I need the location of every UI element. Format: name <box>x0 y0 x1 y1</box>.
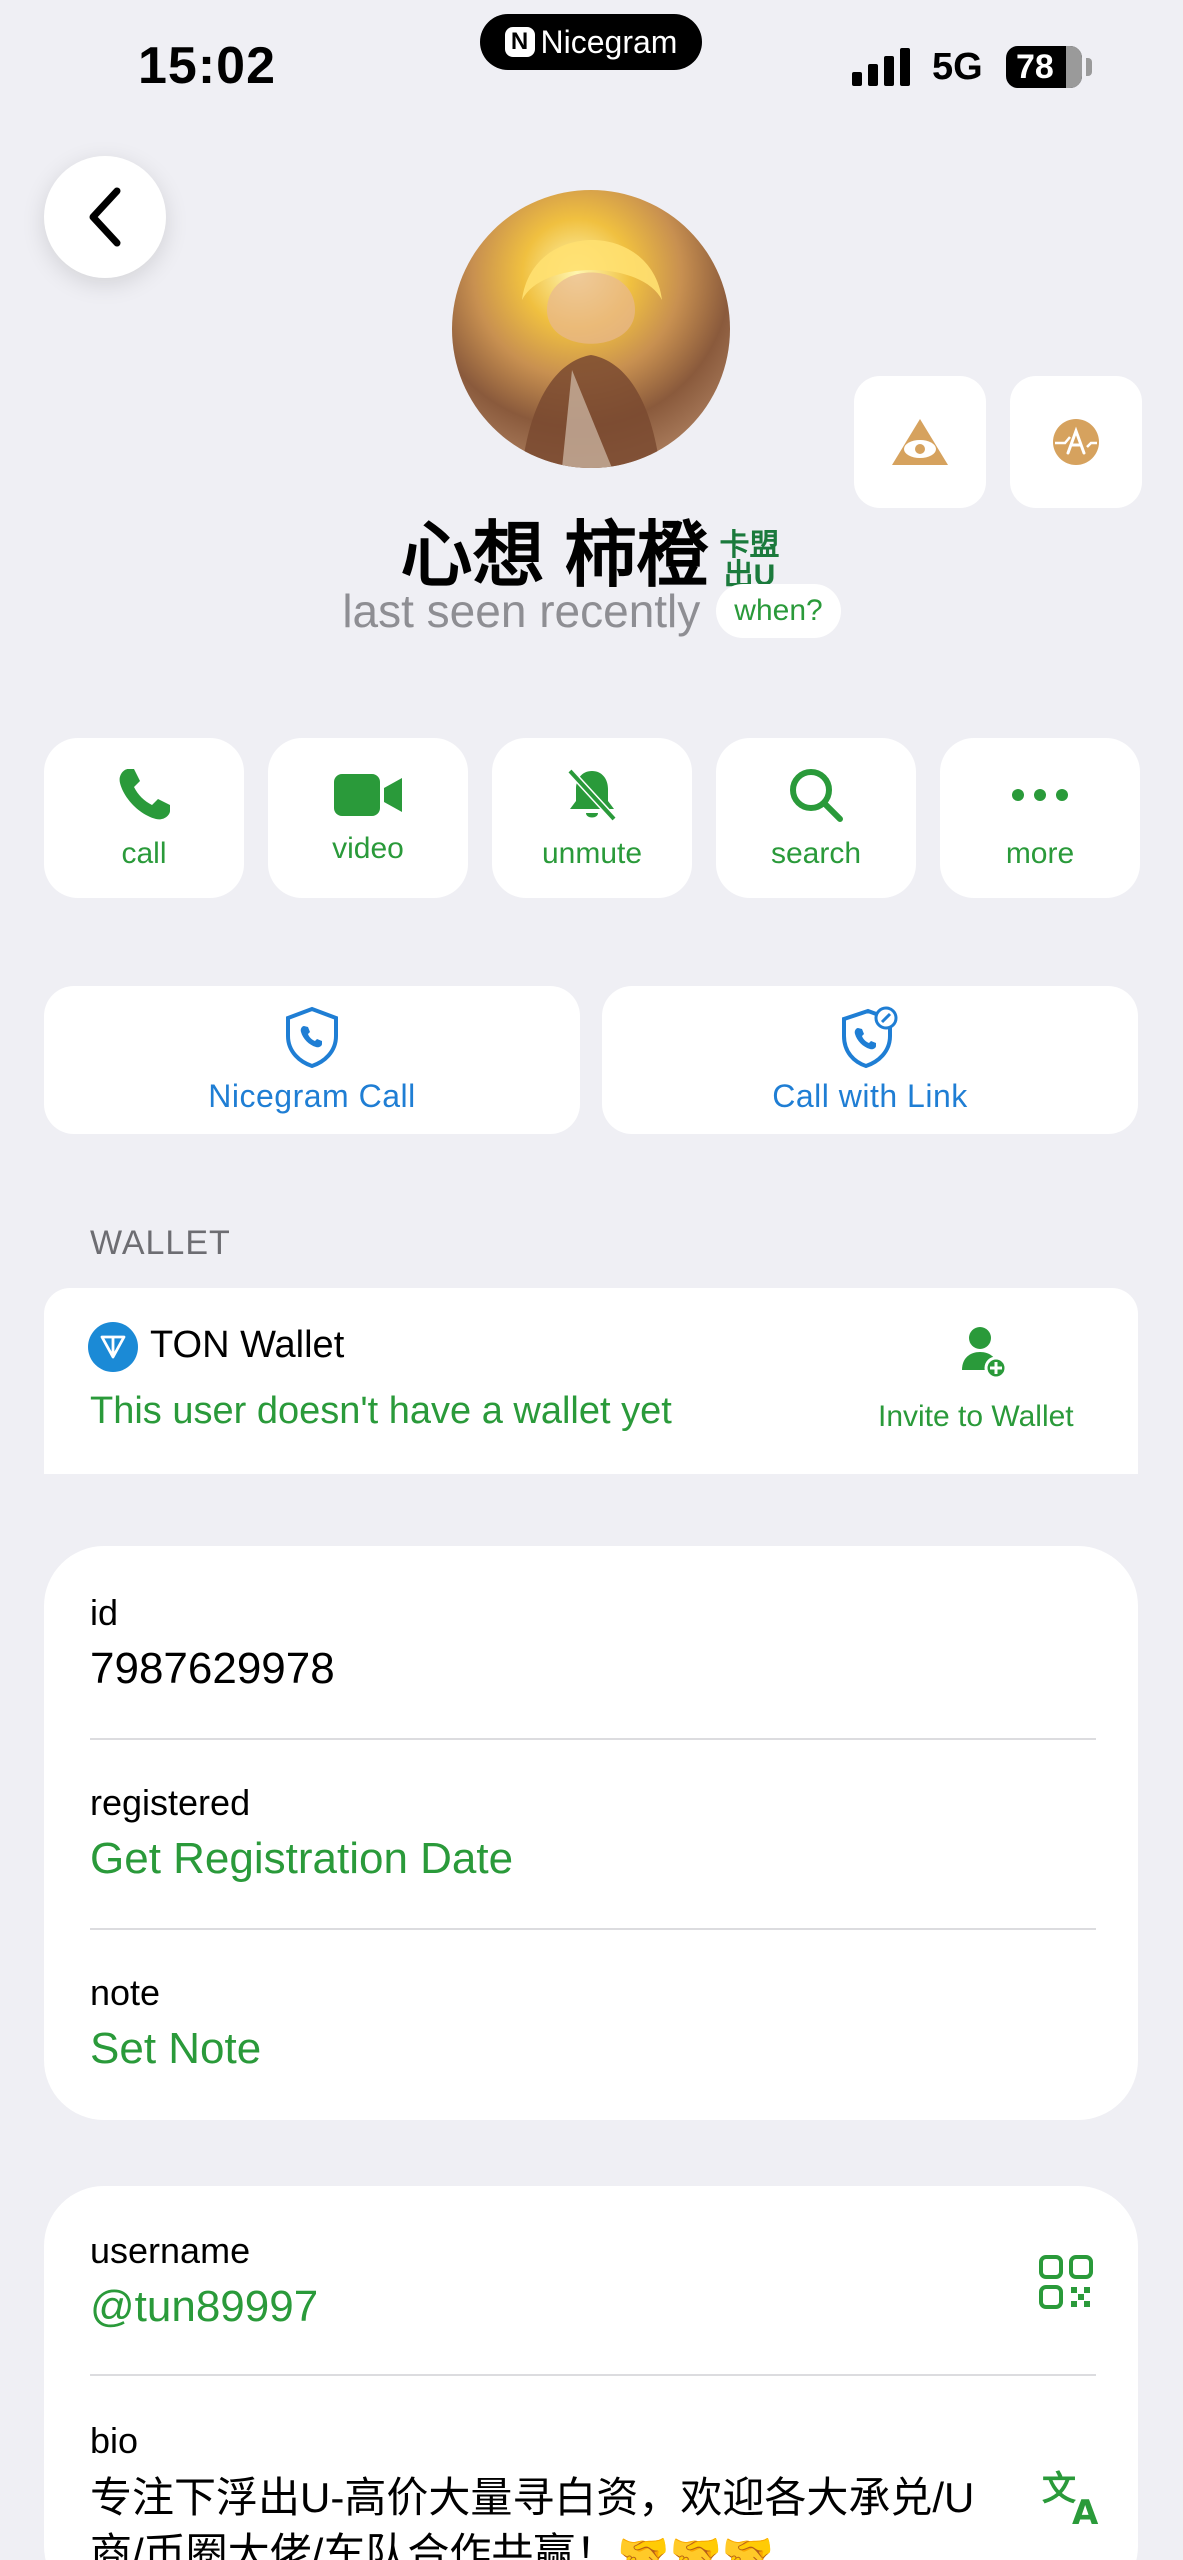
app-store-button[interactable] <box>1010 376 1142 508</box>
battery-level: 78 <box>1016 47 1054 86</box>
divider <box>90 1738 1096 1740</box>
search-button[interactable]: search <box>716 738 916 898</box>
translate-icon[interactable]: 文 A <box>1040 2466 1106 2533</box>
last-seen-row: last seen recently when? <box>0 584 1183 638</box>
last-seen-text: last seen recently <box>342 585 701 637</box>
call-button[interactable]: call <box>44 738 244 898</box>
bio-text: 专注下浮出U-高价大量寻白资，欢迎各大承兑/U商/币圈大佬/车队合作共赢！🤝🤝🤝 <box>90 2474 975 2560</box>
network-type: 5G <box>932 46 983 88</box>
battery-tip <box>1086 58 1092 76</box>
nicegram-call-label: Nicegram Call <box>208 1077 416 1114</box>
divider <box>90 1928 1096 1930</box>
username-value[interactable]: @tun89997 <box>90 2282 318 2332</box>
avatar[interactable] <box>452 190 730 468</box>
svg-text:文: 文 <box>1042 2469 1076 2509</box>
bell-slash-icon <box>567 768 617 822</box>
set-note-link[interactable]: Set Note <box>90 2024 261 2074</box>
island-label: Nicegram <box>540 23 678 60</box>
divider <box>90 2374 1096 2376</box>
shield-phone-icon <box>286 1006 338 1068</box>
avatar-image <box>522 240 662 468</box>
shield-link-icon <box>842 1006 898 1068</box>
eye-triangle-icon <box>892 419 948 465</box>
more-label: more <box>1005 837 1075 870</box>
registered-label: registered <box>90 1782 251 1823</box>
name-badge: 卡盟出U <box>719 528 780 592</box>
svg-text:A: A <box>1072 2493 1099 2526</box>
nicegram-call-button[interactable]: Nicegram Call <box>44 986 580 1134</box>
video-icon <box>334 774 402 816</box>
call-with-link-button[interactable]: Call with Link <box>602 986 1138 1134</box>
wallet-section-header: WALLET <box>90 1224 231 1262</box>
signal-icon <box>852 48 910 86</box>
qr-code-icon[interactable] <box>1038 2254 1094 2315</box>
when-button[interactable]: when? <box>716 584 841 638</box>
unmute-button[interactable]: unmute <box>492 738 692 898</box>
eye-button[interactable] <box>854 376 986 508</box>
phone-icon <box>119 769 170 820</box>
username-label: username <box>90 2230 251 2271</box>
search-label: search <box>770 837 862 870</box>
back-button[interactable] <box>44 156 166 278</box>
status-time: 15:02 <box>138 37 276 95</box>
ton-wallet-title: TON Wallet <box>150 1324 345 1366</box>
unmute-label: unmute <box>541 837 643 870</box>
wallet-status-text: This user doesn't have a wallet yet <box>90 1390 672 1432</box>
bio-label: bio <box>90 2420 139 2461</box>
app-store-icon <box>1053 419 1099 465</box>
nicegram-logo-icon: N <box>504 27 535 57</box>
dynamic-island: N Nicegram <box>480 14 702 70</box>
more-button[interactable]: more <box>940 738 1140 898</box>
call-with-link-label: Call with Link <box>772 1077 968 1114</box>
search-icon <box>790 769 843 822</box>
call-label: call <box>121 837 167 870</box>
add-user-icon[interactable] <box>960 1324 1010 1389</box>
battery-icon: 78 <box>1006 46 1082 88</box>
more-icon <box>1012 789 1068 801</box>
chevron-left-icon <box>89 187 121 247</box>
ton-icon <box>88 1322 138 1372</box>
id-value[interactable]: 7987629978 <box>90 1644 335 1694</box>
get-registration-date-link[interactable]: Get Registration Date <box>90 1834 513 1884</box>
video-button[interactable]: video <box>268 738 468 898</box>
note-label: note <box>90 1972 161 2013</box>
video-label: video <box>332 832 404 865</box>
invite-to-wallet-button[interactable]: Invite to Wallet <box>878 1400 1074 1434</box>
id-label: id <box>90 1592 119 1633</box>
